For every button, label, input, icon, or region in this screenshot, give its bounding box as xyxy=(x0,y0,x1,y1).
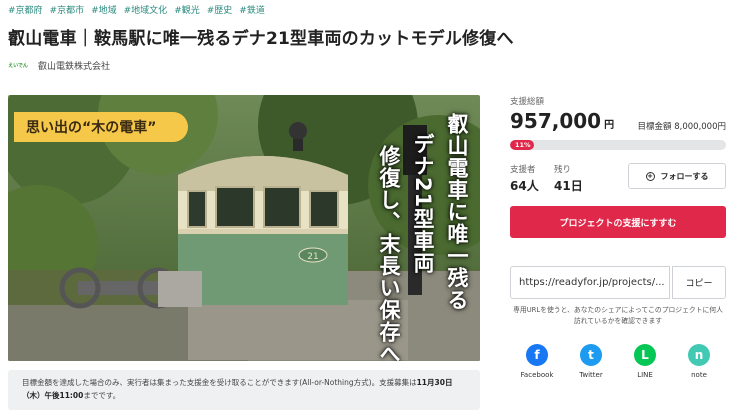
share-label: Facebook xyxy=(520,371,554,379)
share-facebook[interactable]: f Facebook xyxy=(514,344,560,379)
notice-text: 目標金額を達成した場合のみ、実行者は集まった支援金を受け取ることができます(Al… xyxy=(22,378,417,387)
car-number: 21 xyxy=(307,252,318,262)
supporters-stat: 支援者 64人 xyxy=(510,163,539,194)
share-url-input[interactable]: https://readyfor.jp/projects/... xyxy=(510,266,670,299)
remaining-stat: 残り 41日 xyxy=(554,163,583,194)
share-url-box: https://readyfor.jp/projects/... コピー xyxy=(510,266,726,299)
hero-badge: 思い出の“木の電車” xyxy=(14,112,188,142)
share-note-service[interactable]: n note xyxy=(676,344,722,379)
organizer[interactable]: えいでん 叡山電鉄株式会社 xyxy=(8,58,110,72)
note-icon: n xyxy=(688,344,710,366)
plus-circle-icon: + xyxy=(645,171,655,181)
hero-text-line-3: 修復し、末長い保存へ xyxy=(377,145,401,361)
tag-link[interactable]: #鉄道 xyxy=(239,3,265,16)
share-label: Twitter xyxy=(579,371,603,379)
remaining-value: 41日 xyxy=(554,179,583,193)
tag-link[interactable]: #歴史 xyxy=(207,3,233,16)
social-share-list: f Facebook t Twitter L LINE n note xyxy=(510,344,726,379)
tag-link[interactable]: #地域 xyxy=(91,3,117,16)
share-line[interactable]: L LINE xyxy=(622,344,668,379)
twitter-icon: t xyxy=(580,344,602,366)
currency-label: 円 xyxy=(604,120,615,131)
all-or-nothing-notice: 目標金額を達成した場合のみ、実行者は集まった支援金を受け取ることができます(Al… xyxy=(8,370,480,410)
raised-amount: 957,000 円 xyxy=(510,109,615,133)
organizer-logo: えいでん xyxy=(8,62,28,69)
support-project-button[interactable]: プロジェクトの支援にすすむ xyxy=(510,206,726,238)
share-note: 専用URLを使うと、あなたのシェアによってこのプロジェクトに何人訪れているかを確… xyxy=(513,306,723,325)
share-label: LINE xyxy=(637,371,653,379)
raised-row: 957,000 円 目標金額 8,000,000円 xyxy=(510,109,726,133)
share-label: note xyxy=(691,371,707,379)
funding-sidebar: 支援総額 957,000 円 目標金額 8,000,000円 11% 支援者 64… xyxy=(510,95,726,379)
line-icon: L xyxy=(634,344,656,366)
follow-label: フォローする xyxy=(660,171,709,181)
organizer-name[interactable]: 叡山電鉄株式会社 xyxy=(38,59,110,72)
tag-link[interactable]: #京都市 xyxy=(50,3,85,16)
page-title: 叡山電車｜鞍馬駅に唯一残るデナ21型車両のカットモデル修復へ xyxy=(8,29,514,49)
tag-link[interactable]: #京都府 xyxy=(8,3,43,16)
target-amount: 目標金額 8,000,000円 xyxy=(637,122,726,132)
copy-button[interactable]: コピー xyxy=(672,266,726,299)
progress-bar: 11% xyxy=(510,140,726,150)
tag-list: #京都府 #京都市 #地域 #地域文化 #観光 #歴史 #鉄道 xyxy=(8,3,265,16)
supporters-value: 64人 xyxy=(510,179,539,193)
hero-text-line-2: デナ21型車両 xyxy=(411,133,435,275)
tag-link[interactable]: #観光 xyxy=(174,3,200,16)
hero-text-line-1: 叡山電車に唯一残る xyxy=(445,113,469,311)
remaining-label: 残り xyxy=(554,165,572,175)
progress-percent: 11% xyxy=(515,141,531,149)
tag-link[interactable]: #地域文化 xyxy=(124,3,168,16)
facebook-icon: f xyxy=(526,344,548,366)
share-twitter[interactable]: t Twitter xyxy=(568,344,614,379)
supporters-label: 支援者 xyxy=(510,165,536,175)
raised-label: 支援総額 xyxy=(510,97,545,107)
hero-image: 21 思い出の“木の電車” 叡山電車に唯一残る デナ21型車両 修復し、末長い保… xyxy=(8,95,480,361)
follow-button[interactable]: + フォローする xyxy=(628,163,726,189)
notice-text-end: までです。 xyxy=(83,391,121,400)
